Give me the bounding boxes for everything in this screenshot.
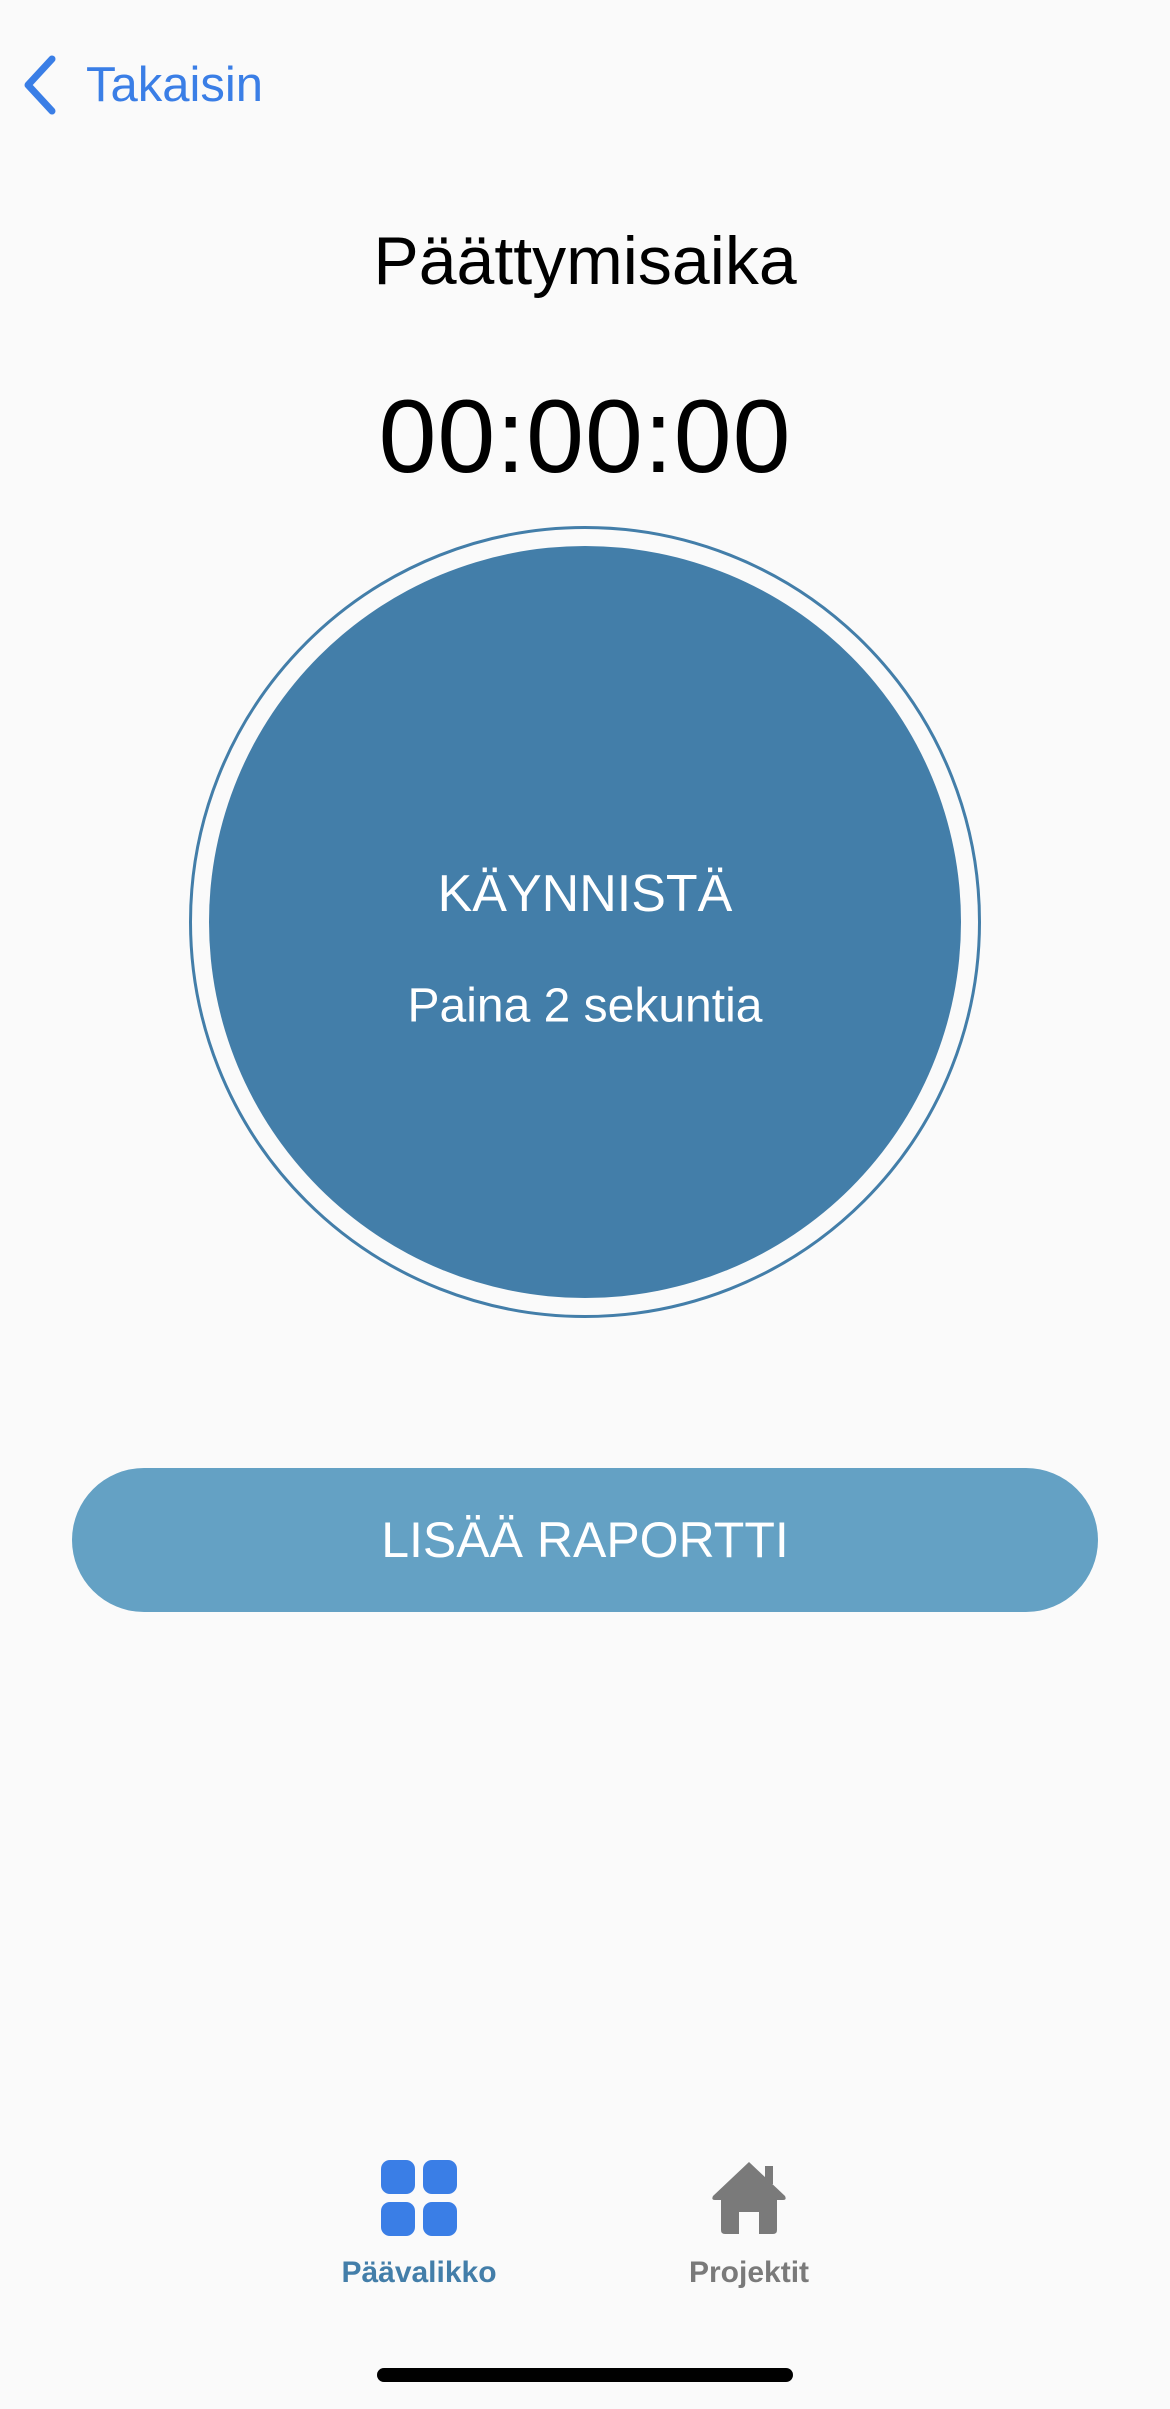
add-report-button[interactable]: LISÄÄ RAPORTTI (72, 1468, 1098, 1612)
grid-icon (381, 2160, 457, 2236)
home-indicator[interactable] (377, 2368, 793, 2382)
tab-dashboard[interactable]: Päävalikko (299, 2160, 539, 2290)
start-hint: Paina 2 sekuntia (407, 979, 763, 1033)
tab-projects[interactable]: Projektit (629, 2160, 869, 2290)
timer-display: 00:00:00 (378, 379, 792, 495)
start-button[interactable]: KÄYNNISTÄ Paina 2 sekuntia (209, 546, 961, 1298)
back-label: Takaisin (86, 58, 264, 112)
tab-projects-label: Projektit (688, 2256, 810, 2289)
add-report-label: LISÄÄ RAPORTTI (381, 1512, 789, 1568)
back-button[interactable]: Takaisin (22, 50, 263, 120)
timer-screen: Takaisin Päättymisaika 00:00:00 KÄYNNIST… (0, 0, 1170, 2409)
page-title: Päättymisaika (373, 223, 797, 299)
start-label: KÄYNNISTÄ (437, 865, 733, 923)
home-icon (712, 2162, 786, 2234)
chevron-left-icon (22, 55, 58, 115)
tab-dashboard-label: Päävalikko (341, 2256, 497, 2289)
